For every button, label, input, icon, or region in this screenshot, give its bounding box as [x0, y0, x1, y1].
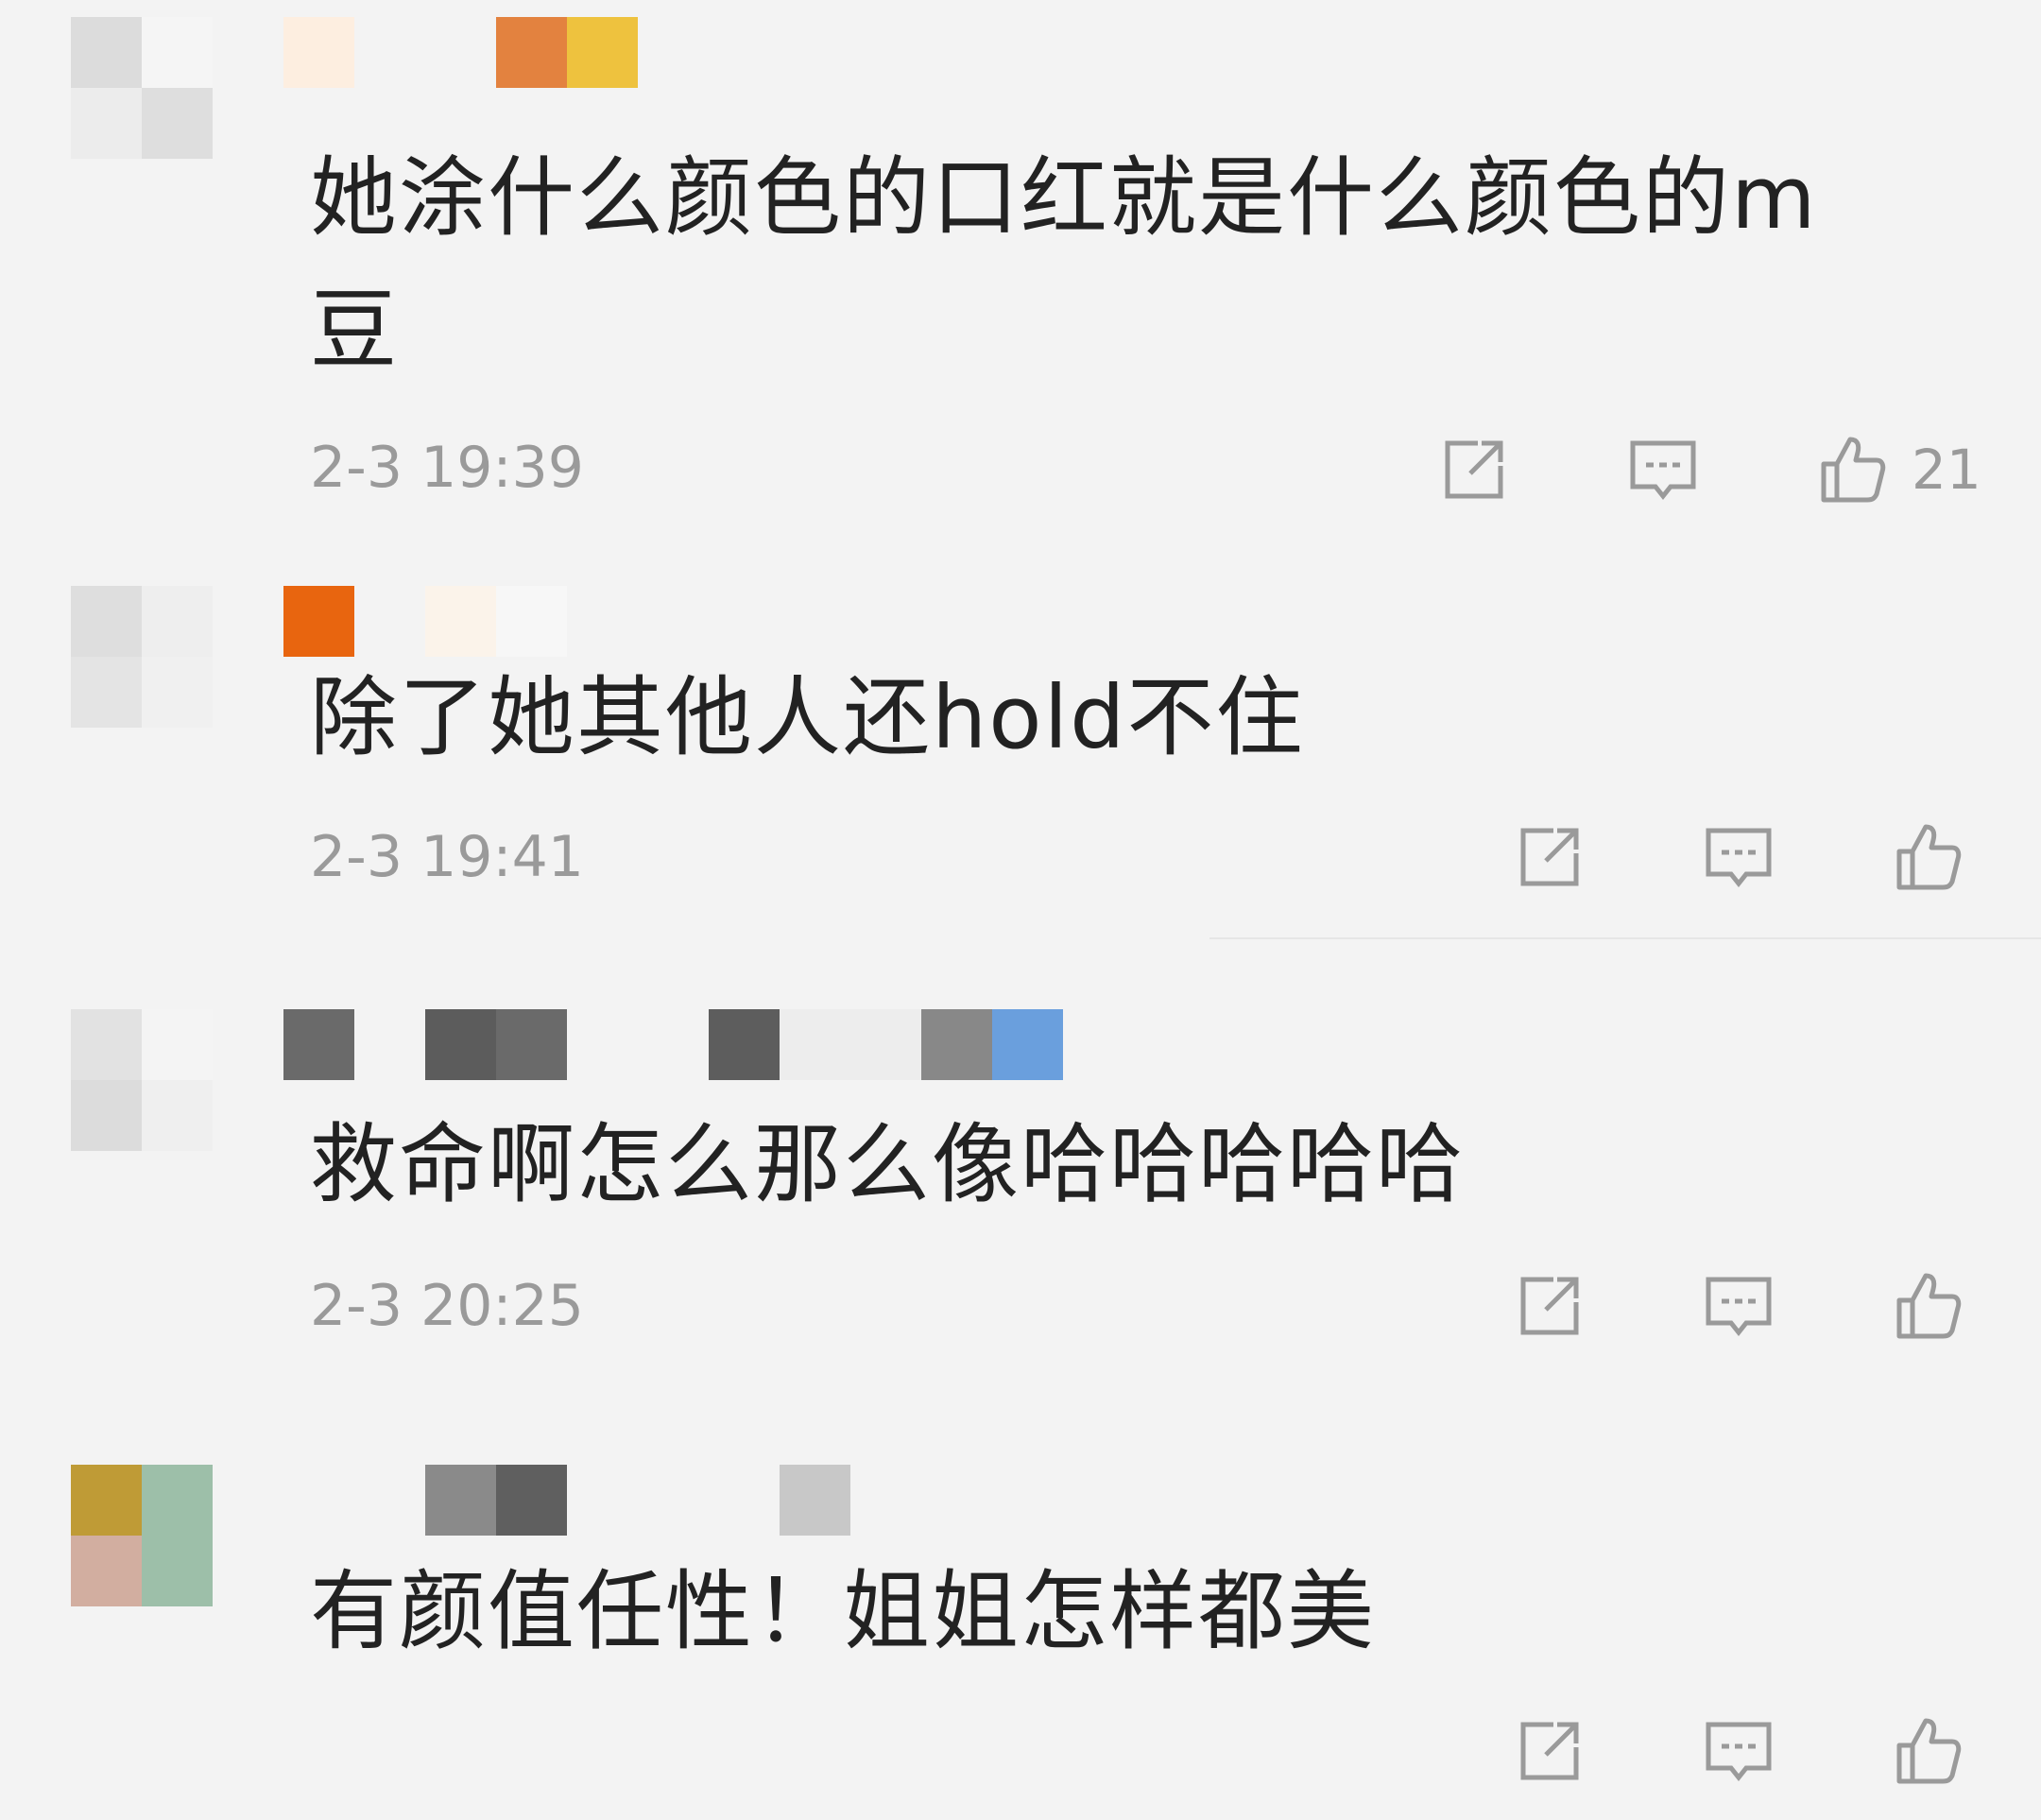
comment-timestamp: 2-3 19:39 [310, 435, 584, 501]
comment-actions: 21 [1432, 427, 1981, 512]
comment-timestamp: 2-3 20:25 [310, 1273, 584, 1339]
reply-button[interactable] [1696, 1263, 1781, 1348]
thumbs-up-icon [1896, 1718, 1962, 1784]
share-button[interactable] [1507, 1708, 1592, 1794]
thumbs-up-icon [1821, 437, 1886, 503]
comment-actions [1507, 1708, 1987, 1794]
comment-text: 救命啊怎么那么像哈哈哈哈哈 [310, 1114, 1466, 1215]
comment-text: 她涂什么颜色的口红就是什么颜色的m 豆 [310, 147, 1818, 381]
username[interactable] [283, 1465, 850, 1536]
avatar[interactable] [71, 1465, 213, 1606]
divider [1209, 937, 2041, 939]
comment-actions [1507, 815, 1987, 900]
share-button[interactable] [1507, 815, 1592, 900]
comment-text: 有颜值任性！姐姐怎样都美 [310, 1561, 1377, 1662]
reply-button[interactable] [1621, 427, 1706, 512]
username[interactable] [283, 586, 567, 657]
like-button[interactable] [1885, 1263, 1970, 1348]
comment-list: 她涂什么颜色的口红就是什么颜色的m 豆 2-3 19:39 21 除了她其他人还… [0, 0, 2041, 1820]
username[interactable] [283, 1009, 1063, 1080]
comment-icon [1706, 828, 1772, 888]
share-icon [1445, 440, 1503, 499]
comment-text: 除了她其他人还hold不住 [310, 667, 1305, 768]
reply-button[interactable] [1696, 815, 1781, 900]
comment-icon [1706, 1277, 1772, 1337]
thumbs-up-icon [1896, 1273, 1962, 1339]
thumbs-up-icon [1896, 824, 1962, 890]
avatar[interactable] [71, 17, 213, 159]
share-icon [1520, 1722, 1579, 1780]
reply-button[interactable] [1696, 1708, 1781, 1794]
share-icon [1520, 1277, 1579, 1335]
share-icon [1520, 828, 1579, 886]
username[interactable] [283, 17, 638, 88]
like-button[interactable] [1809, 427, 1895, 512]
avatar[interactable] [71, 1009, 213, 1151]
share-button[interactable] [1507, 1263, 1592, 1348]
share-button[interactable] [1432, 427, 1517, 512]
like-button[interactable] [1885, 815, 1970, 900]
avatar[interactable] [71, 586, 213, 728]
like-button[interactable] [1885, 1708, 1970, 1794]
like-count: 21 [1912, 438, 1981, 502]
comment-icon [1630, 440, 1696, 501]
comment-actions [1507, 1263, 1987, 1348]
comment-timestamp: 2-3 19:41 [310, 824, 584, 890]
comment-icon [1706, 1722, 1772, 1782]
